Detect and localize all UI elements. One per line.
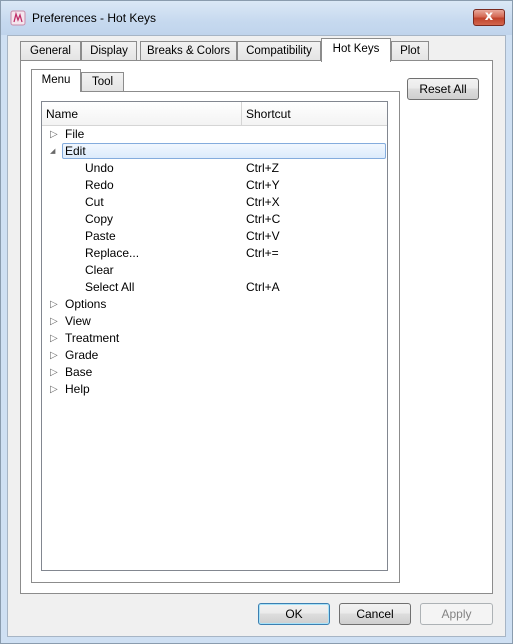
subtab-menu[interactable]: Menu	[31, 69, 81, 92]
triangle-right-icon[interactable]: ▷	[50, 347, 58, 364]
row-shortcut: Ctrl+V	[246, 229, 280, 243]
tree-group-row[interactable]: ▷ Grade	[42, 347, 387, 364]
apply-button[interactable]: Apply	[420, 603, 493, 625]
row-shortcut: Ctrl+Y	[246, 178, 280, 192]
tab-hot-keys[interactable]: Hot Keys	[321, 38, 391, 62]
tree-group-row[interactable]: ▷ Help	[42, 381, 387, 398]
tab-compatibility[interactable]: Compatibility	[237, 41, 321, 61]
tree-item-row[interactable]: Redo Ctrl+Y	[42, 177, 387, 194]
tree-item-row[interactable]: Copy Ctrl+C	[42, 211, 387, 228]
triangle-right-icon[interactable]: ▷	[50, 313, 58, 330]
tree-group-row[interactable]: ▷ Base	[42, 364, 387, 381]
tab-breaks-colors[interactable]: Breaks & Colors	[140, 41, 237, 61]
row-name: Grade	[65, 348, 99, 362]
column-divider[interactable]	[241, 102, 242, 125]
row-name: Copy	[85, 212, 114, 226]
reset-all-button[interactable]: Reset All	[407, 78, 479, 100]
tree-group-row[interactable]: ▷ View	[42, 313, 387, 330]
tree-item-row[interactable]: Undo Ctrl+Z	[42, 160, 387, 177]
row-shortcut: Ctrl+Z	[246, 161, 279, 175]
triangle-right-icon[interactable]: ▷	[50, 296, 58, 313]
row-name: Edit	[65, 144, 86, 158]
tree-item-row[interactable]: Replace... Ctrl+=	[42, 245, 387, 262]
app-logo-icon	[10, 10, 26, 26]
selection-highlight	[62, 143, 386, 159]
ok-button[interactable]: OK	[258, 603, 330, 625]
window-title: Preferences - Hot Keys	[32, 11, 157, 25]
row-name: File	[65, 127, 85, 141]
row-shortcut: Ctrl+C	[246, 212, 281, 226]
row-shortcut: Ctrl+A	[246, 280, 280, 294]
tab-display[interactable]: Display	[81, 41, 137, 61]
triangle-right-icon[interactable]: ▷	[50, 364, 58, 381]
row-name: Undo	[85, 161, 114, 175]
tree-group-row[interactable]: ▷ File	[42, 126, 387, 143]
row-name: View	[65, 314, 91, 328]
row-name: Options	[65, 297, 107, 311]
tree-group-row[interactable]: ▷ Options	[42, 296, 387, 313]
cancel-button[interactable]: Cancel	[339, 603, 411, 625]
column-header-name[interactable]: Name	[46, 107, 78, 121]
triangle-right-icon[interactable]: ▷	[50, 381, 58, 398]
triangle-right-icon[interactable]: ▷	[50, 330, 58, 347]
title-bar[interactable]: Preferences - Hot Keys x	[1, 1, 512, 35]
row-name: Help	[65, 382, 90, 396]
tab-general[interactable]: General	[20, 41, 81, 61]
row-shortcut: Ctrl+X	[246, 195, 280, 209]
tree-item-row[interactable]: Clear	[42, 262, 387, 279]
hotkey-tree-table[interactable]: Name Shortcut ▷ File ◢ Edit Undo Ctrl+Z Redo Ct…	[41, 101, 388, 571]
tree-group-row[interactable]: ◢ Edit	[42, 143, 387, 160]
row-name: Select All	[85, 280, 135, 294]
tree-item-row[interactable]: Select All Ctrl+A	[42, 279, 387, 296]
close-icon: x	[484, 9, 494, 24]
tree-header: Name Shortcut	[42, 102, 387, 126]
row-name: Paste	[85, 229, 116, 243]
row-name: Cut	[85, 195, 104, 209]
row-name: Replace...	[85, 246, 140, 260]
row-shortcut: Ctrl+=	[246, 246, 279, 260]
triangle-down-icon[interactable]: ◢	[50, 143, 55, 160]
triangle-right-icon[interactable]: ▷	[50, 126, 58, 143]
tree-group-row[interactable]: ▷ Treatment	[42, 330, 387, 347]
column-header-shortcut[interactable]: Shortcut	[246, 107, 291, 121]
row-name: Base	[65, 365, 93, 379]
row-name: Clear	[85, 263, 114, 277]
row-name: Treatment	[65, 331, 120, 345]
tab-plot[interactable]: Plot	[391, 41, 429, 61]
row-name: Redo	[85, 178, 114, 192]
close-button[interactable]: x	[473, 9, 505, 26]
subtab-tool[interactable]: Tool	[81, 72, 124, 92]
tree-item-row[interactable]: Paste Ctrl+V	[42, 228, 387, 245]
tree-item-row[interactable]: Cut Ctrl+X	[42, 194, 387, 211]
